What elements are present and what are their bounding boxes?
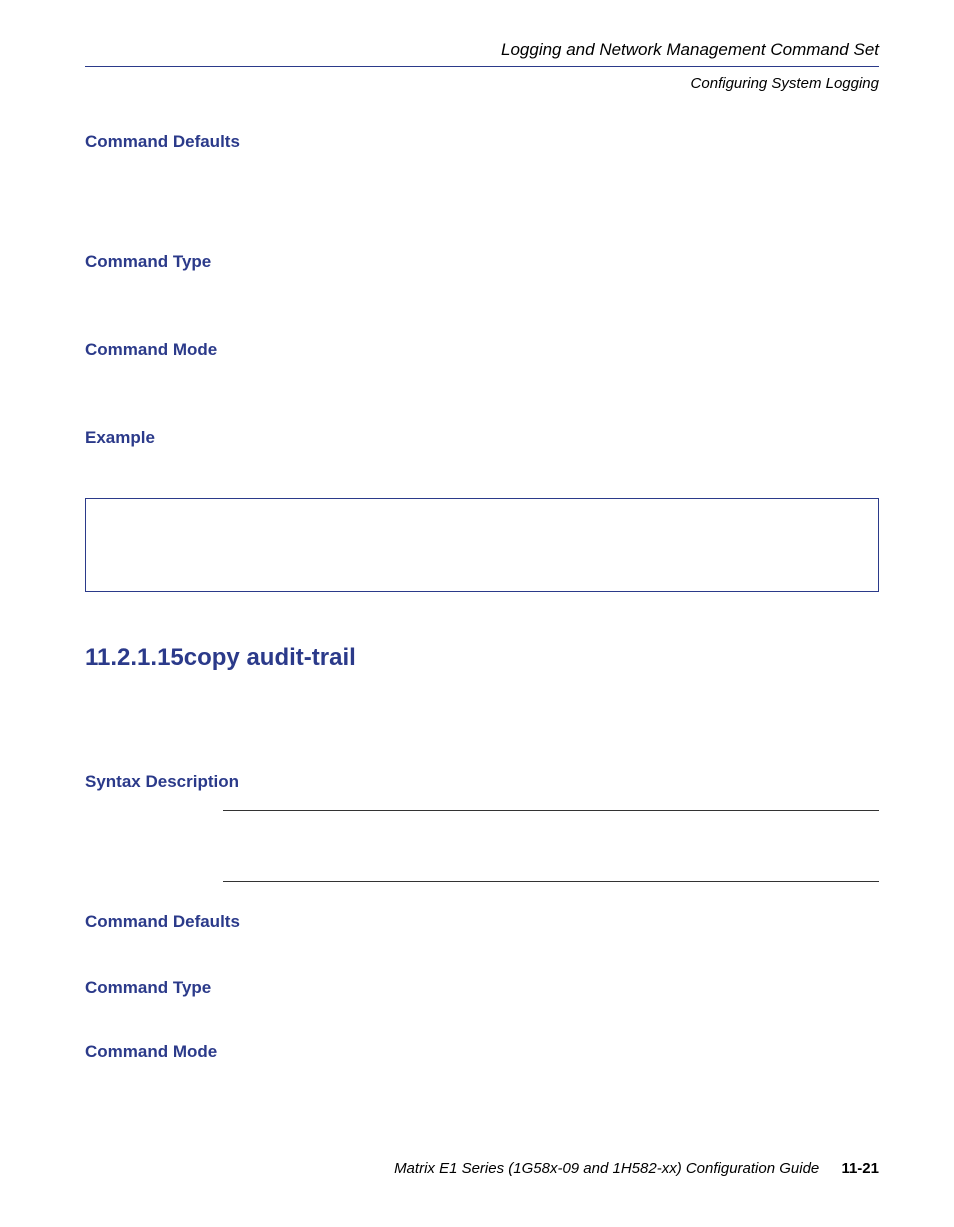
header-title: Logging and Network Management Command S…: [85, 40, 879, 60]
footer-page-number: 11-21: [841, 1160, 879, 1177]
heading-command-defaults-2: Command Defaults: [85, 912, 879, 932]
heading-example: Example: [85, 428, 879, 448]
syntax-table: [223, 810, 879, 882]
footer-text: Matrix E1 Series (1G58x-09 and 1H582-xx)…: [394, 1160, 819, 1177]
heading-command-type-2: Command Type: [85, 978, 879, 998]
example-box: [85, 498, 879, 592]
heading-syntax-description: Syntax Description: [85, 772, 879, 792]
header-subtitle: Configuring System Logging: [85, 75, 879, 92]
heading-command-type: Command Type: [85, 252, 879, 272]
table-rule-bottom: [223, 881, 879, 882]
heading-command-mode: Command Mode: [85, 340, 879, 360]
header-rule: [85, 66, 879, 67]
command-title: 11.2.1.15copy audit-trail: [85, 644, 879, 672]
heading-command-mode-2: Command Mode: [85, 1042, 879, 1062]
page-header: Logging and Network Management Command S…: [85, 40, 879, 92]
page-footer: Matrix E1 Series (1G58x-09 and 1H582-xx)…: [394, 1160, 879, 1177]
heading-command-defaults: Command Defaults: [85, 132, 879, 152]
